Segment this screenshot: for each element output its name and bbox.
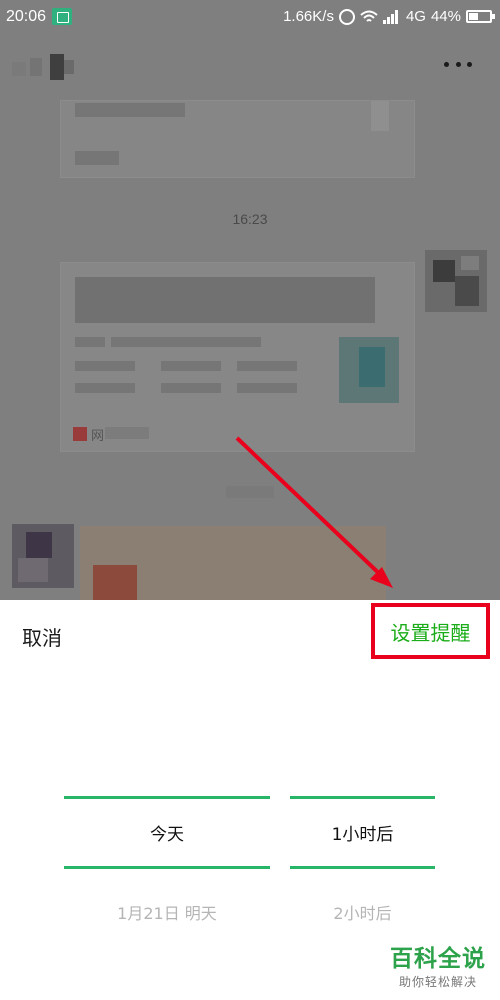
picker-divider	[64, 866, 270, 869]
time-picker-selected[interactable]: 1小时后	[290, 796, 435, 869]
reminder-sheet: 取消 设置提醒 今天 1月21日 明天 1小时后 2小时后 百科全说 助你轻松解…	[0, 600, 500, 1000]
avatar[interactable]	[12, 524, 74, 588]
scan-icon	[52, 8, 72, 25]
card-source: 网	[91, 429, 105, 444]
alarm-icon	[338, 8, 355, 25]
network-type: 4G	[405, 8, 426, 25]
message-bubble	[60, 100, 415, 178]
source-logo-icon	[73, 427, 87, 441]
chat-timestamp: 16:23	[232, 211, 268, 227]
watermark: 百科全说 助你轻松解决	[390, 939, 486, 990]
network-speed: 1.66K/s	[283, 8, 334, 25]
cancel-button[interactable]: 取消	[22, 622, 62, 651]
message-bubble	[80, 526, 386, 601]
set-reminder-label: 设置提醒	[390, 620, 471, 645]
watermark-title: 百科全说	[390, 946, 486, 972]
day-picker-selected[interactable]: 今天	[64, 796, 270, 869]
signal-icon	[382, 9, 401, 24]
time-picker-option[interactable]: 2小时后	[290, 900, 435, 924]
chat-title-blurred	[12, 54, 76, 80]
status-indicators: 1.66K/s 4G 44%	[283, 8, 495, 25]
watermark-subtitle: 助你轻松解决	[398, 975, 477, 989]
set-reminder-button[interactable]: 设置提醒	[371, 603, 490, 659]
status-time: 20:06	[6, 8, 47, 25]
day-picker-option[interactable]: 1月21日 明天	[64, 900, 270, 924]
more-options-icon[interactable]	[444, 62, 472, 68]
picker-divider	[290, 866, 435, 869]
chat-background: 16:23 网	[0, 36, 500, 601]
avatar[interactable]	[425, 250, 487, 312]
shared-article-card[interactable]: 网	[60, 262, 415, 452]
battery-percent: 44%	[430, 8, 461, 25]
wifi-icon	[360, 10, 378, 22]
status-bar: 20:06 1.66K/s 4G 44%	[0, 0, 500, 36]
battery-icon	[466, 10, 495, 23]
